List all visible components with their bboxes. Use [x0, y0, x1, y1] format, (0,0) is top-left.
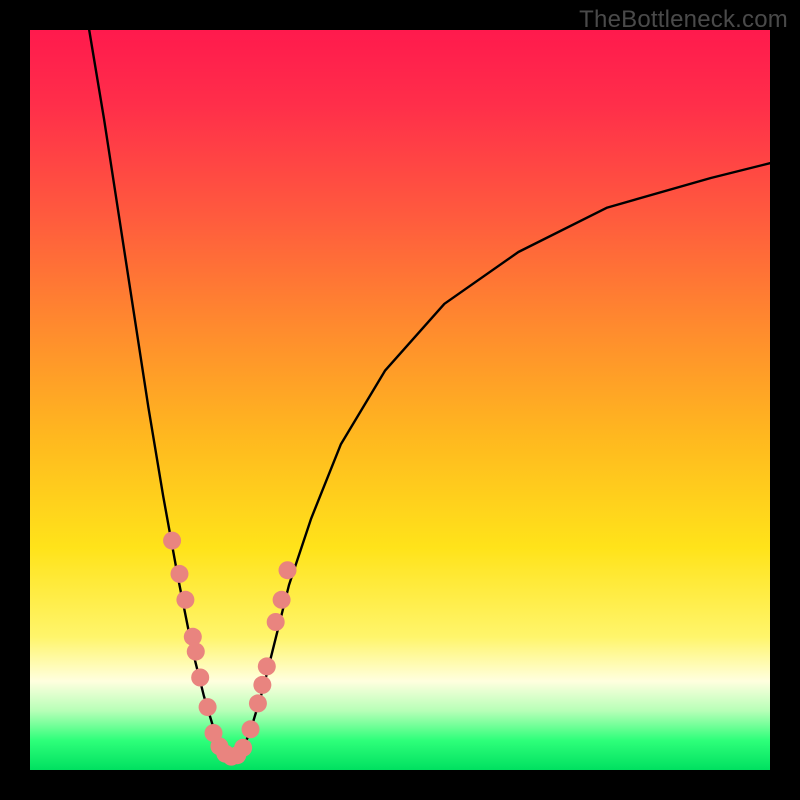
- plot-area: [30, 30, 770, 770]
- data-point: [279, 561, 297, 579]
- data-point: [191, 669, 209, 687]
- data-point: [253, 676, 271, 694]
- data-point: [249, 694, 267, 712]
- data-point: [170, 565, 188, 583]
- data-point: [267, 613, 285, 631]
- chart-svg: [30, 30, 770, 770]
- watermark-text: TheBottleneck.com: [579, 6, 788, 34]
- data-point: [234, 739, 252, 757]
- chart-frame: TheBottleneck.com: [0, 0, 800, 800]
- data-point: [258, 657, 276, 675]
- data-point: [176, 591, 194, 609]
- marker-layer: [163, 532, 296, 766]
- data-point: [163, 532, 181, 550]
- data-point: [187, 643, 205, 661]
- data-point: [184, 628, 202, 646]
- data-point: [242, 720, 260, 738]
- data-point: [273, 591, 291, 609]
- data-point: [199, 698, 217, 716]
